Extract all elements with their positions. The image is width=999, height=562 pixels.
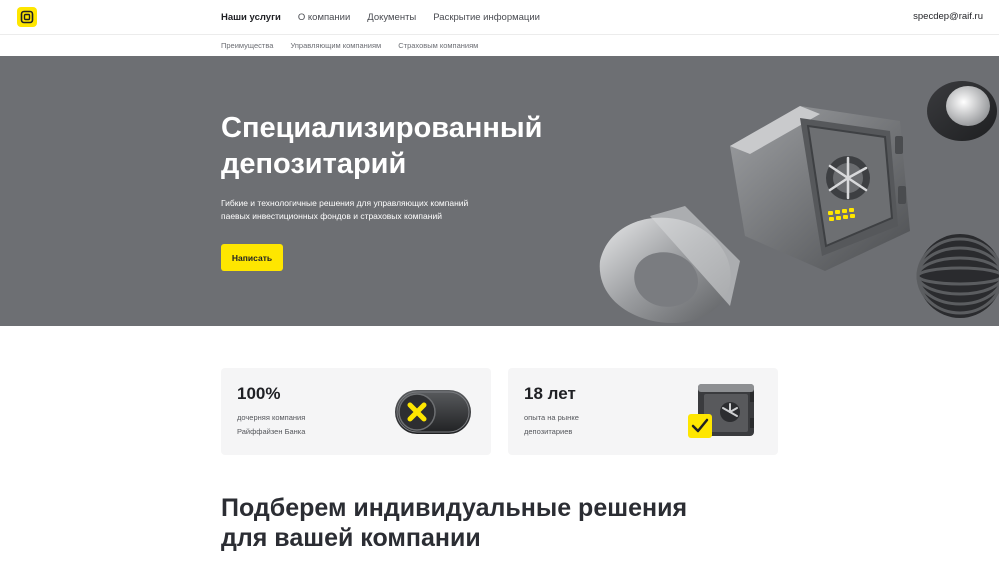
- nav-link-documents[interactable]: Документы: [367, 12, 416, 23]
- stat-description-line-1: дочерняя компания: [237, 413, 306, 422]
- stat-card-experience: 18 лет опыта на рынке депозитариев: [508, 368, 778, 455]
- hero-subtitle-line-1: Гибкие и технологичные решения для управ…: [221, 198, 469, 208]
- ring-shape: [599, 206, 740, 324]
- main-nav: Наши услуги О компании Документы Раскрыт…: [221, 0, 557, 34]
- subnav-link-insurance-companies[interactable]: Страховым компаниям: [398, 41, 478, 50]
- subnav-link-advantages[interactable]: Преимущества: [221, 41, 273, 50]
- stat-card-ownership: 100% дочерняя компания Райффайзен Банка: [221, 368, 491, 455]
- cylinder-shape: [927, 81, 997, 141]
- safe-check-icon: [688, 384, 754, 438]
- safe-body: [730, 106, 910, 271]
- section-title-line-1: Подберем индивидуальные решения: [221, 494, 688, 522]
- nav-link-about[interactable]: О компании: [298, 12, 350, 23]
- section-title: Подберем индивидуальные решения для ваше…: [221, 493, 781, 553]
- subnav-link-management-companies[interactable]: Управляющим компаниям: [290, 41, 381, 50]
- write-button[interactable]: Написать: [221, 244, 283, 271]
- stat-description: дочерняя компания Райффайзен Банка: [237, 411, 367, 439]
- stat-description: опыта на рынке депозитариев: [524, 411, 654, 439]
- sub-navbar: Преимущества Управляющим компаниям Страх…: [0, 35, 999, 56]
- section-title-line-2: для вашей компании: [221, 524, 481, 552]
- hero-subtitle: Гибкие и технологичные решения для управ…: [221, 197, 521, 223]
- top-navbar: Наши услуги О компании Документы Раскрыт…: [0, 0, 999, 35]
- stat-value: 18 лет: [524, 384, 576, 403]
- hero-title-line-1: Специализированный: [221, 112, 543, 144]
- stat-value: 100%: [237, 384, 281, 403]
- hero-title: Специализированный депозитарий: [221, 110, 581, 182]
- raiffeisen-logo-icon[interactable]: [17, 7, 37, 27]
- hero-subtitle-line-2: паевых инвестиционных фондов и страховых…: [221, 211, 442, 221]
- nav-link-services[interactable]: Наши услуги: [221, 12, 281, 23]
- stat-description-line-2: депозитариев: [524, 427, 573, 436]
- contact-email-link[interactable]: specdep@raif.ru: [913, 11, 983, 22]
- safe-illustration: [599, 81, 999, 324]
- nav-link-disclosure[interactable]: Раскрытие информации: [433, 12, 540, 23]
- toggle-x-icon: [395, 390, 471, 434]
- hero-banner: Специализированный депозитарий Гибкие и …: [0, 56, 999, 326]
- sphere-shape: [916, 234, 999, 318]
- hero-title-line-2: депозитарий: [221, 148, 407, 180]
- stat-description-line-1: опыта на рынке: [524, 413, 579, 422]
- stat-description-line-2: Райффайзен Банка: [237, 427, 306, 436]
